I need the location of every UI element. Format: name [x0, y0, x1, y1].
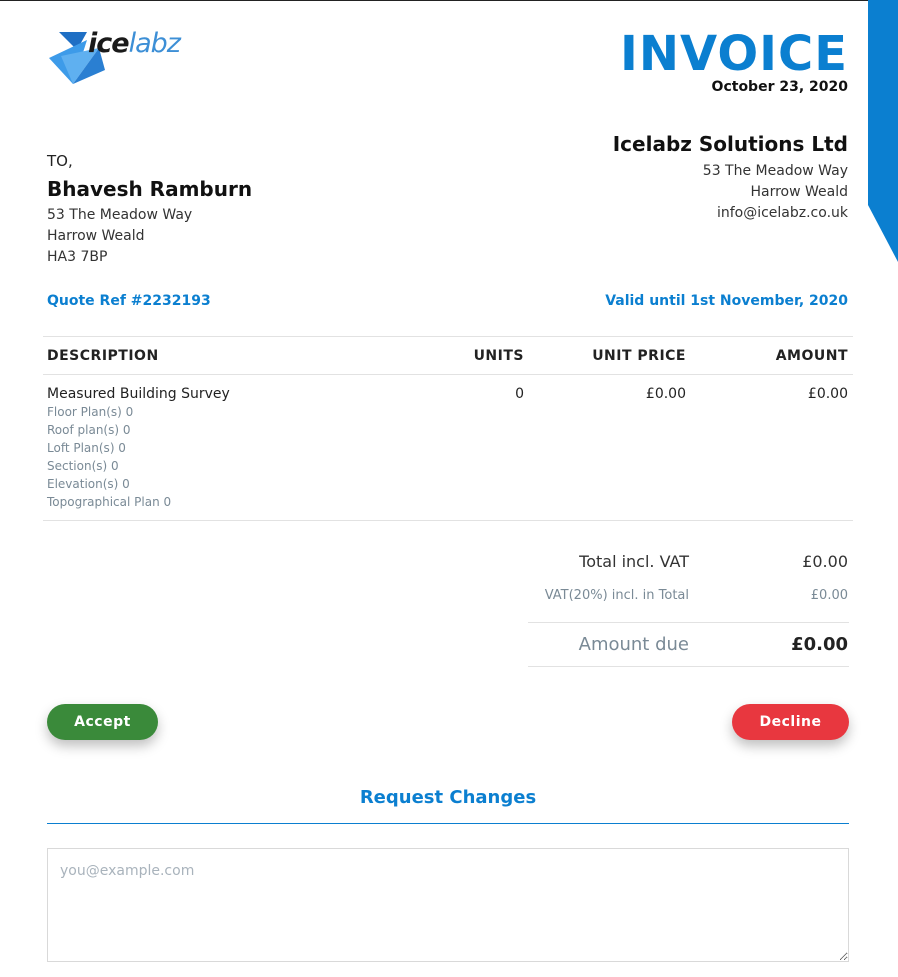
- sub-item-roof-plans: Roof plan(s) 0: [47, 423, 131, 437]
- company-name: Icelabz Solutions Ltd: [612, 132, 848, 156]
- total-value: £0.00: [802, 552, 848, 571]
- decline-button[interactable]: Decline: [732, 704, 849, 740]
- header-units: UNITS: [473, 348, 524, 364]
- client-name: Bhavesh Ramburn: [47, 177, 253, 201]
- sub-item-loft-plans: Loft Plan(s) 0: [47, 441, 126, 455]
- corner-decoration: [868, 0, 898, 262]
- request-changes-input[interactable]: [47, 848, 849, 962]
- valid-until: Valid until 1st November, 2020: [605, 293, 848, 309]
- sub-item-floor-plans: Floor Plan(s) 0: [47, 405, 134, 419]
- company-address-line1: 53 The Meadow Way: [702, 163, 848, 179]
- amount-due-value: £0.00: [791, 634, 848, 655]
- accept-button[interactable]: Accept: [47, 704, 158, 740]
- to-label: TO,: [47, 152, 73, 170]
- table-bottom-divider: [43, 520, 853, 521]
- row-description: Measured Building Survey: [47, 386, 230, 402]
- company-address-line2: Harrow Weald: [750, 184, 848, 200]
- summary-divider: [528, 622, 849, 623]
- amount-due-label: Amount due: [578, 634, 689, 655]
- invoice-date: October 23, 2020: [711, 79, 848, 95]
- vat-value: £0.00: [810, 588, 848, 603]
- table-top-divider: [43, 336, 853, 337]
- row-amount: £0.00: [807, 386, 848, 402]
- client-address-line1: 53 The Meadow Way: [47, 207, 193, 223]
- row-units: 0: [515, 386, 524, 402]
- table-header-divider: [43, 374, 853, 375]
- logo-text-labz: labz: [128, 28, 181, 59]
- summary-bottom-divider: [528, 666, 849, 667]
- sub-item-elevations: Elevation(s) 0: [47, 477, 130, 491]
- brand-logo: icelabz: [88, 28, 181, 59]
- sub-item-sections: Section(s) 0: [47, 459, 119, 473]
- request-changes-title: Request Changes: [359, 787, 537, 808]
- header-amount: AMOUNT: [775, 348, 848, 364]
- sub-item-topographical-plan: Topographical Plan 0: [47, 495, 172, 509]
- client-postcode: HA3 7BP: [47, 249, 108, 265]
- company-email: info@icelabz.co.uk: [716, 205, 848, 221]
- client-address-line2: Harrow Weald: [47, 228, 145, 244]
- vat-label: VAT(20%) incl. in Total: [544, 588, 689, 603]
- header-unit-price: UNIT PRICE: [592, 348, 686, 364]
- logo-text-ice: ice: [88, 28, 130, 59]
- request-changes-underline: [47, 823, 849, 824]
- header-description: DESCRIPTION: [47, 348, 159, 364]
- row-unit-price: £0.00: [645, 386, 686, 402]
- top-border: [0, 0, 898, 1]
- quote-ref: Quote Ref #2232193: [47, 293, 211, 309]
- total-label: Total incl. VAT: [579, 552, 689, 571]
- invoice-title: INVOICE: [619, 26, 848, 82]
